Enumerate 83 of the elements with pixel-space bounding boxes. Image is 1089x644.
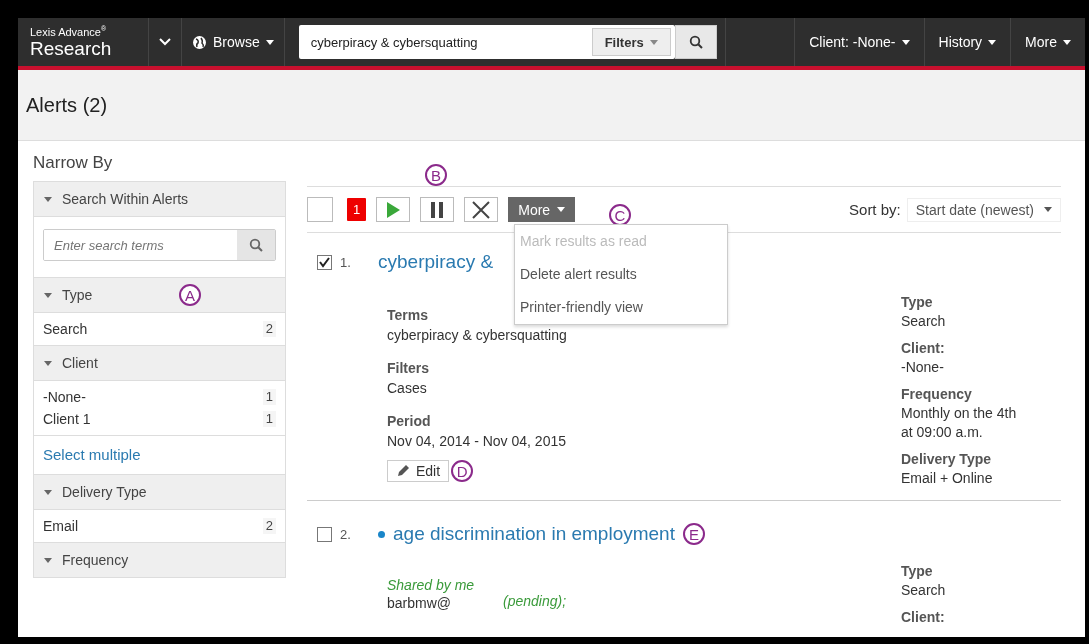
select-all-checkbox[interactable] xyxy=(307,197,333,222)
shared-label: Shared by me xyxy=(387,577,476,593)
pause-icon xyxy=(431,201,444,218)
share-status: (pending); xyxy=(503,593,567,611)
menu-item[interactable]: Printer-friendly view xyxy=(515,290,727,324)
search-field[interactable]: Enter search terms xyxy=(43,229,276,261)
annotation-marker: C xyxy=(609,204,631,226)
section-title: Client xyxy=(62,355,98,371)
meta-value: -None- xyxy=(901,358,945,377)
option-count: 1 xyxy=(262,389,276,405)
globe-icon xyxy=(192,34,207,50)
more-menu-button[interactable]: More xyxy=(508,197,576,222)
filter-option[interactable]: Client 1 xyxy=(43,411,91,427)
section-title: Search Within Alerts xyxy=(62,191,189,207)
close-icon xyxy=(472,200,491,219)
annotation-marker: B xyxy=(425,164,447,186)
detail-label: Filters xyxy=(387,359,429,378)
delete-button[interactable] xyxy=(464,197,499,222)
section-header[interactable]: Delivery Type xyxy=(34,475,285,510)
section-header[interactable]: Frequency xyxy=(34,543,285,578)
annotation-marker: D xyxy=(451,460,474,482)
shared-user: barbmw@ xyxy=(387,594,451,613)
sort-label: Sort by: xyxy=(849,201,901,218)
play-icon xyxy=(386,201,401,218)
alert-checkbox[interactable] xyxy=(317,526,332,542)
alert-title-link[interactable]: age discrimination in employment xyxy=(393,523,675,545)
search-icon xyxy=(249,238,263,252)
detail-value: Cases xyxy=(387,379,428,398)
meta-value: Search xyxy=(901,312,947,331)
detail-value: Nov 04, 2014 - Nov 04, 2015 xyxy=(387,432,566,451)
option-count: 2 xyxy=(262,518,276,534)
meta-value: Search xyxy=(901,581,947,600)
nav-menu[interactable]: History xyxy=(923,18,1011,66)
section-header[interactable]: Type A xyxy=(34,278,285,313)
meta-label: Client: xyxy=(901,339,946,358)
meta-label: Client: xyxy=(901,608,946,627)
section-title: Frequency xyxy=(62,552,129,568)
annotation-marker: A xyxy=(179,284,201,306)
sidebar-title: Narrow By xyxy=(33,153,114,173)
sort-dropdown[interactable]: Start date (newest) xyxy=(906,197,1061,222)
filter-option[interactable]: Email xyxy=(43,518,78,534)
play-button[interactable] xyxy=(376,197,411,222)
filters-button[interactable]: Filters xyxy=(591,28,671,56)
section-header[interactable]: Client xyxy=(34,346,285,381)
chevron-icon xyxy=(159,38,171,46)
alert-title-link[interactable]: cyberpiracy & xyxy=(378,251,494,273)
search-button[interactable] xyxy=(674,25,717,59)
browse-menu[interactable]: Browse xyxy=(182,18,285,66)
search-button[interactable] xyxy=(237,230,275,260)
option-count: 2 xyxy=(262,321,276,337)
section-title: Type xyxy=(62,287,93,303)
meta-label: Type xyxy=(901,293,934,312)
pause-button[interactable] xyxy=(420,197,455,222)
search-field[interactable]: cyberpiracy & cybersquatting Filters xyxy=(298,25,675,59)
pencil-icon xyxy=(396,464,410,478)
meta-value: Monthly on the 4th xyxy=(901,404,1018,423)
meta-value: Email + Online xyxy=(901,469,994,488)
nav-menu[interactable]: Client: -None- xyxy=(794,18,924,66)
meta-label: Frequency xyxy=(901,385,973,404)
filter-option[interactable]: Search xyxy=(43,321,88,337)
section-header[interactable]: Search Within Alerts xyxy=(34,182,285,217)
detail-value: cyberpiracy & cybersquatting xyxy=(387,326,567,345)
select-multiple-link[interactable]: Select multiple xyxy=(43,446,141,463)
section-title: Delivery Type xyxy=(62,484,147,500)
meta-label: Delivery Type xyxy=(901,450,992,469)
unread-count-badge: 1 xyxy=(347,198,367,221)
detail-label: Period xyxy=(387,412,432,431)
annotation-marker: E xyxy=(682,523,705,545)
edit-button[interactable]: Edit xyxy=(387,460,450,482)
filter-option[interactable]: -None- xyxy=(43,389,86,405)
nav-menu[interactable]: More xyxy=(1010,18,1085,66)
search-icon xyxy=(688,35,703,49)
brand-title: Research xyxy=(30,37,113,59)
alert-number: 1. xyxy=(340,254,352,270)
alert-number: 2. xyxy=(340,526,352,542)
menu-item[interactable]: Delete alert results xyxy=(515,257,727,291)
page-title: Alerts (2) xyxy=(26,93,108,117)
check-icon xyxy=(319,256,330,268)
alert-checkbox[interactable] xyxy=(317,254,332,270)
brand-subtitle: Lexis Advance$^{®}$ xyxy=(30,25,108,38)
option-count: 1 xyxy=(262,411,276,427)
meta-value: at 09:00 a.m. xyxy=(901,423,984,442)
meta-label: Type xyxy=(901,562,934,581)
